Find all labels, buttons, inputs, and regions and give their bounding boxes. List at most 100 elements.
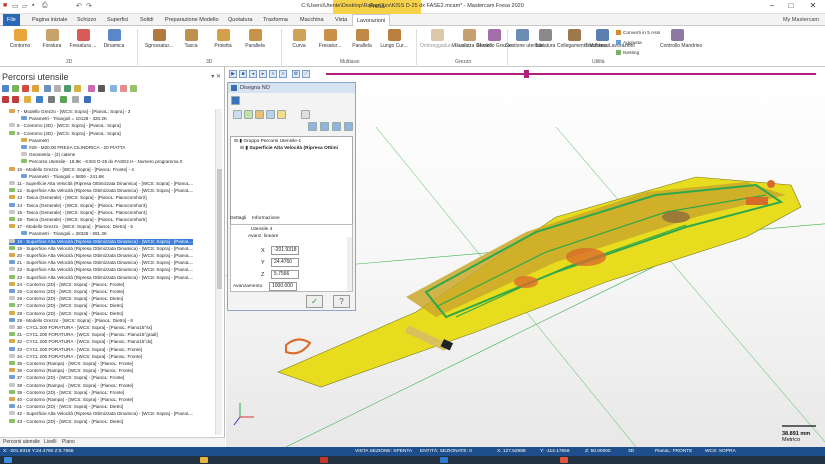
tree-operation-item[interactable]: 28 - Contorno (2D) - [WCS: Sopra] - [Pia… — [9, 310, 123, 317]
select-all-icon[interactable] — [2, 85, 9, 92]
show-holder-icon[interactable] — [255, 110, 264, 119]
tab-percorsi-utensile[interactable]: Percorsi utensile — [3, 439, 40, 445]
trasforma-lavorazioni-button[interactable]: Trasforma Lavorazioni — [585, 28, 635, 58]
tree-operation-item[interactable]: 42 - Superficie Alta Velocità (Ripresa O… — [9, 411, 193, 417]
delete-icon[interactable] — [98, 85, 105, 92]
backplot-progress-bar[interactable] — [326, 73, 816, 75]
tree-operation-item[interactable]: 35 - Contorno (Rampa) - [WCS: Sopra] - [… — [9, 361, 133, 367]
move-down-icon[interactable] — [2, 96, 9, 103]
stop-button[interactable]: ■ — [239, 70, 247, 78]
tree-operation-item[interactable]: 16 - Tasca (Generale) - [WCS: Sopra] - [… — [9, 217, 147, 223]
dialog-tree-root[interactable]: ⊟ ▮ Gruppo Percorsi Utensile-1 — [234, 139, 301, 144]
tree-operation-item[interactable]: 19 - Superficie Alta Velocità (Ripresa O… — [9, 245, 193, 252]
fresatura-multi-button[interactable]: Fresatur... — [313, 28, 347, 58]
tree-operation-item[interactable]: 23 - Superficie Alta Velocità (Ripresa O… — [9, 274, 193, 281]
tab-informazione[interactable]: Informazione — [252, 216, 280, 221]
tree-operation-item[interactable]: 22 - Superficie Alta Velocità (Ripresa O… — [9, 267, 193, 273]
help-icon[interactable] — [301, 110, 310, 119]
options-icon[interactable] — [72, 96, 79, 103]
regenerate-icon[interactable] — [22, 85, 29, 92]
show-tool-icon[interactable] — [244, 110, 253, 119]
tree-operation-item[interactable]: 41 - Contorno (2D) - [WCS: Sopra] - [Pia… — [9, 404, 123, 410]
scroll-to-insert-icon[interactable] — [36, 96, 43, 103]
status-wcs[interactable]: WCS: SOPRA — [705, 447, 736, 456]
tab-piano[interactable]: Piano — [62, 439, 75, 445]
show-path-icon[interactable] — [233, 110, 242, 119]
tree-operation-item[interactable]: 8 - Contorno (2D) - [WCS: Sopra] - [Pian… — [9, 123, 121, 129]
tree-operation-item[interactable]: 14 - Tasca (Generale) - [WCS: Sopra] - [… — [9, 202, 147, 209]
status-plane[interactable]: PianoL: FRONTE — [655, 447, 692, 456]
tab-lavorazioni[interactable]: Lavorazioni — [352, 14, 391, 26]
tree-operation-item[interactable]: 12 - Superficie Alta Velocità (Ripresa O… — [9, 188, 193, 194]
tree-operation-item[interactable]: 15 - Tasca (Generale) - [WCS: Sopra] - [… — [9, 209, 147, 216]
tree-operation-item[interactable]: 21 - Superficie Alta Velocità (Ripresa O… — [9, 260, 193, 266]
start-icon[interactable] — [4, 457, 12, 463]
dialog-btn-3-icon[interactable] — [332, 122, 341, 131]
parallela-multi-button[interactable]: Parallela — [345, 28, 379, 58]
converti-5-assi-button[interactable]: Converti in 5 Assi — [616, 30, 660, 36]
rewind-button[interactable]: « — [269, 70, 277, 78]
tree-operation-item[interactable]: 17 - Modello Grezzo - [WCS: Sopra] - [Pi… — [9, 224, 133, 230]
tree-operation-item[interactable]: 38 - Contorno (Rampa) - [WCS: Sopra] - [… — [9, 382, 133, 389]
tree-subitem[interactable]: Percorso Utensile - 18.9K - KISS D-25 dx… — [21, 159, 182, 165]
dialog-btn-4-icon[interactable] — [344, 122, 353, 131]
simulate-icon[interactable] — [64, 85, 71, 92]
fresatura-button[interactable]: Fresatura ... — [66, 28, 100, 58]
tab-superfici[interactable]: Superfici — [103, 14, 132, 26]
x-field[interactable]: -201.9318 — [271, 246, 299, 255]
play-button[interactable]: ▶ — [229, 70, 237, 78]
tree-operation-item[interactable]: 25 - Contorno (2D) - [WCS: Sopra] - [Pia… — [9, 289, 124, 295]
status-3d[interactable]: 3D — [628, 447, 634, 456]
tree-operation-item[interactable]: 34 - CYCL 200 FORATURA - [WCS: Sopra] - … — [9, 353, 142, 360]
tree-operation-item[interactable]: 26 - Contorno (2D) - [WCS: Sopra] - [Pia… — [9, 296, 123, 302]
tree-operation-item[interactable]: 36 - Contorno (Rampa) - [WCS: Sopra] - [… — [9, 368, 133, 374]
tab-vista[interactable]: Vista — [331, 14, 351, 26]
nesting-button[interactable]: Nesting — [616, 50, 639, 56]
tab-quotatura[interactable]: Quotatura — [224, 14, 256, 26]
tree-subitem[interactable]: #29 - M20.00 FRESA CILINDRICA - 20 PIATT… — [21, 145, 125, 151]
tree-operation-item[interactable]: 9 - Contorno (2D) - [WCS: Sopra] - [Pian… — [9, 130, 121, 137]
dialog-tool-icon[interactable] — [231, 96, 240, 105]
toggle-post-icon[interactable] — [130, 85, 137, 92]
controllo-mandrino-button[interactable]: Controllo Mandrino — [660, 28, 702, 58]
tab-schizzo[interactable]: Schizzo — [73, 14, 100, 26]
ombreggiatura-grezzo-button[interactable]: Ombreggiatura Grezzo — [420, 28, 471, 58]
tab-pagina-iniziale[interactable]: Pagina iniziale — [28, 14, 71, 26]
post-icon[interactable] — [74, 85, 81, 92]
z-field[interactable]: 5.7566 — [271, 270, 299, 279]
mastercam-icon[interactable] — [320, 457, 328, 463]
tab-solidi[interactable]: Solidi — [136, 14, 157, 26]
tree-operation-item[interactable]: 24 - Contorno (2D) - [WCS: Sopra] - [Pia… — [9, 281, 124, 288]
tab-trasforma[interactable]: Trasforma — [259, 14, 292, 26]
tree-subitem[interactable]: Parametri - Triangoli = 10128 - 320.2K — [21, 116, 107, 122]
move-up-icon[interactable] — [12, 96, 19, 103]
tree-operation-item[interactable]: 29 - Modello Grezzo - [WCS: Sopra] - [Pi… — [9, 317, 133, 324]
status-view[interactable]: VISTA SEZIONE: SPENTA — [355, 447, 412, 456]
tree-operation-item[interactable]: 33 - CYCL 200 FORATURA - [WCS: Sopra] - … — [9, 346, 142, 353]
toolpath-toggle-button[interactable]: ⟋ — [302, 70, 310, 78]
tree-operation-item[interactable]: 18 - Superficie Alta Velocità (Ripresa O… — [9, 238, 194, 245]
contorno-button[interactable]: Contorno — [3, 28, 37, 58]
minimize-button[interactable]: – — [765, 1, 779, 13]
curva-button[interactable]: Curva — [282, 28, 316, 58]
toggle-display-icon[interactable] — [120, 85, 127, 92]
dialog-tree-child[interactable]: ⊟ ▮ Superficie Alta Velocità (Ripresa Ot… — [240, 146, 338, 151]
step-forward-button[interactable]: ▸ — [259, 70, 267, 78]
options-button[interactable]: ⚙ — [292, 70, 300, 78]
tree-operation-item[interactable]: 39 - Contorno (2D) - [WCS: Sopra] - [Pia… — [9, 389, 124, 396]
fast-forward-button[interactable]: » — [279, 70, 287, 78]
dialog-btn-1-icon[interactable] — [308, 122, 317, 131]
progress-marker[interactable] — [524, 70, 529, 78]
explorer-icon[interactable] — [200, 457, 208, 463]
dialog-btn-2-icon[interactable] — [320, 122, 329, 131]
tab-macchina[interactable]: Macchina — [296, 14, 328, 26]
tab-dettagli[interactable]: Dettagli — [230, 216, 246, 221]
tree-operation-item[interactable]: 13 - Tasca (Generale) - [WCS: Sopra] - [… — [9, 195, 147, 201]
proietta-button[interactable]: Proietta — [206, 28, 240, 58]
select-invalid-icon[interactable] — [12, 85, 19, 92]
y-field[interactable]: 24.4760 — [271, 258, 299, 267]
tree-operation-item[interactable]: 7 - Modello Grezzo - [WCS: Sopra] - [Pia… — [9, 109, 130, 115]
word-icon[interactable] — [440, 457, 448, 463]
status-entity[interactable]: ENTITÀ: SEZIONATE: 0 — [420, 447, 472, 456]
parallela-3d-button[interactable]: Parallela — [238, 28, 272, 58]
